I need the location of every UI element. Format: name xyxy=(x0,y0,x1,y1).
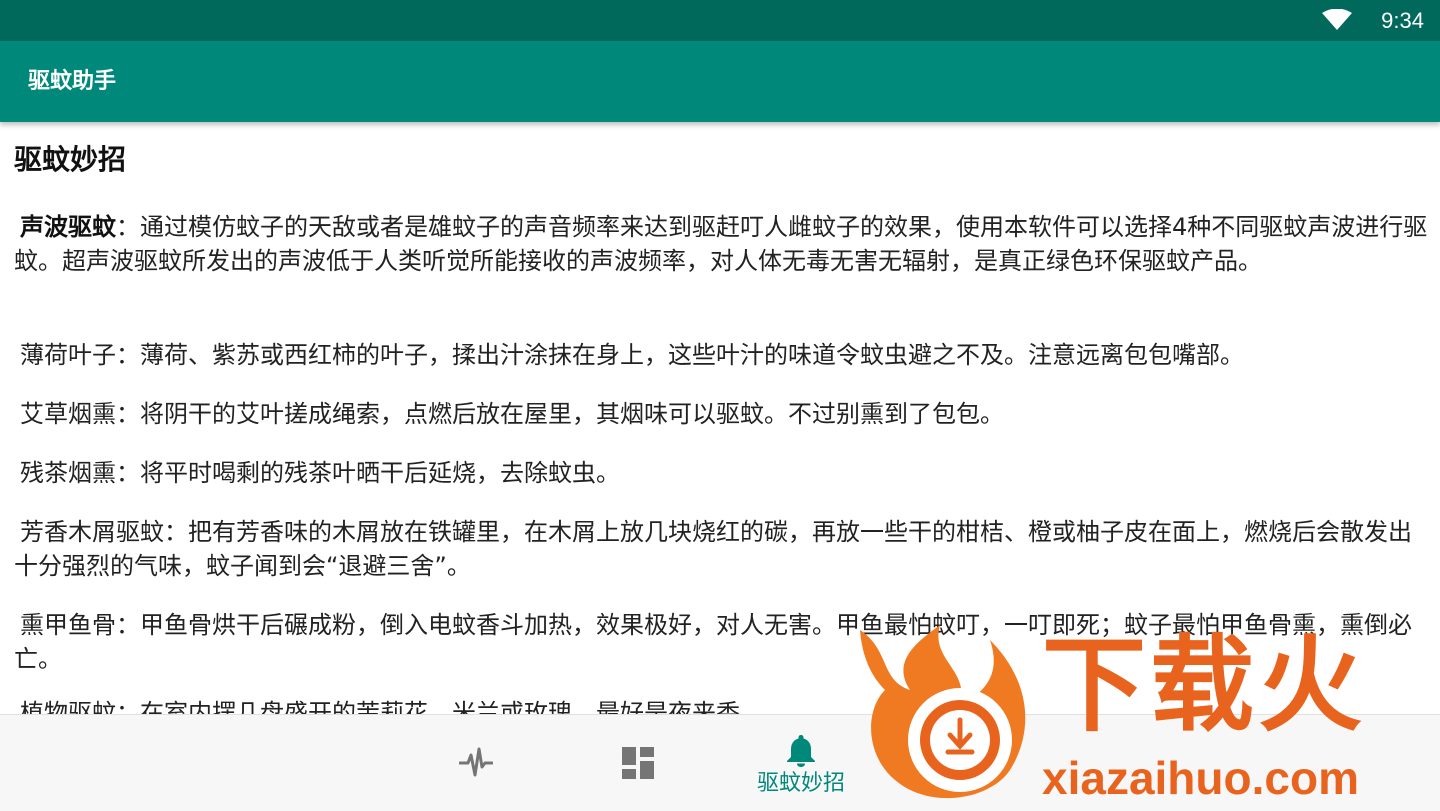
paragraph-tea-smoke: 残茶烟熏：将平时喝剩的残茶叶晒干后延烧，去除蚊虫。 xyxy=(14,456,1428,490)
status-time: 9:34 xyxy=(1381,8,1424,33)
paragraph-title: 植物驱蚊 xyxy=(20,699,116,714)
paragraph-body: ：将阴干的艾叶搓成绳索，点燃后放在屋里，其烟味可以驱蚊。不过别熏到了包包。 xyxy=(116,400,1004,428)
nav-item-pulse[interactable] xyxy=(396,715,556,811)
status-bar: 9:34 xyxy=(0,0,1440,41)
paragraph-wood-chips: 芳香木屑驱蚊：把有芳香味的木屑放在铁罐里，在木屑上放几块烧红的碳，再放一些干的柑… xyxy=(14,515,1428,583)
paragraph-body: ：通过模仿蚊子的天敌或者是雄蚊子的声音频率来达到驱赶叮人雌蚊子的效果，使用本软件… xyxy=(14,213,1428,275)
pulse-icon xyxy=(459,747,493,777)
paragraph-body: ：将平时喝剩的残茶叶晒干后延烧，去除蚊虫。 xyxy=(116,459,620,487)
flame-logo-icon xyxy=(860,625,1026,799)
paragraph-title: 熏甲鱼骨 xyxy=(20,611,116,639)
watermark-logo: 下载火 xiazaihuo.com xyxy=(850,620,1440,810)
paragraph-title: 残茶烟熏 xyxy=(20,459,116,487)
paragraph-body: ：薄荷、紫苏或西红柿的叶子，揉出汁涂抹在身上，这些叶汁的味道令蚊虫避之不及。注意… xyxy=(116,341,1244,369)
paragraph-title: 芳香木屑驱蚊 xyxy=(20,518,164,546)
paragraph-mugwort-smoke: 艾草烟熏：将阴干的艾叶搓成绳索，点燃后放在屋里，其烟味可以驱蚊。不过别熏到了包包… xyxy=(14,397,1428,431)
paragraph-sound-wave: 声波驱蚊：通过模仿蚊子的天敌或者是雄蚊子的声音频率来达到驱赶叮人雌蚊子的效果，使… xyxy=(14,210,1428,278)
paragraph-mint-leaves: 薄荷叶子：薄荷、紫苏或西红柿的叶子，揉出汁涂抹在身上，这些叶汁的味道令蚊虫避之不… xyxy=(14,338,1428,372)
watermark-text: 下载火 xyxy=(1042,624,1367,746)
page-heading: 驱蚊妙招 xyxy=(14,143,127,176)
wifi-icon xyxy=(1322,9,1352,30)
paragraph-body: ：在室内摆几盘盛开的茉莉花、米兰或玫瑰，最好是夜来香， xyxy=(116,699,764,714)
bell-icon xyxy=(787,735,815,767)
paragraph-title: 薄荷叶子 xyxy=(20,341,116,369)
dashboard-icon xyxy=(622,747,654,779)
paragraph-body: ：把有芳香味的木屑放在铁罐里，在木屑上放几块烧红的碳，再放一些干的柑桔、橙或柚子… xyxy=(14,518,1412,580)
nav-item-dashboard[interactable] xyxy=(558,715,718,811)
app-title: 驱蚊助手 xyxy=(28,69,117,94)
paragraph-title: 艾草烟熏 xyxy=(20,400,116,428)
paragraph-title: 声波驱蚊 xyxy=(20,213,116,241)
watermark-url: xiazaihuo.com xyxy=(1042,752,1359,804)
app-bar: 驱蚊助手 xyxy=(0,41,1440,122)
